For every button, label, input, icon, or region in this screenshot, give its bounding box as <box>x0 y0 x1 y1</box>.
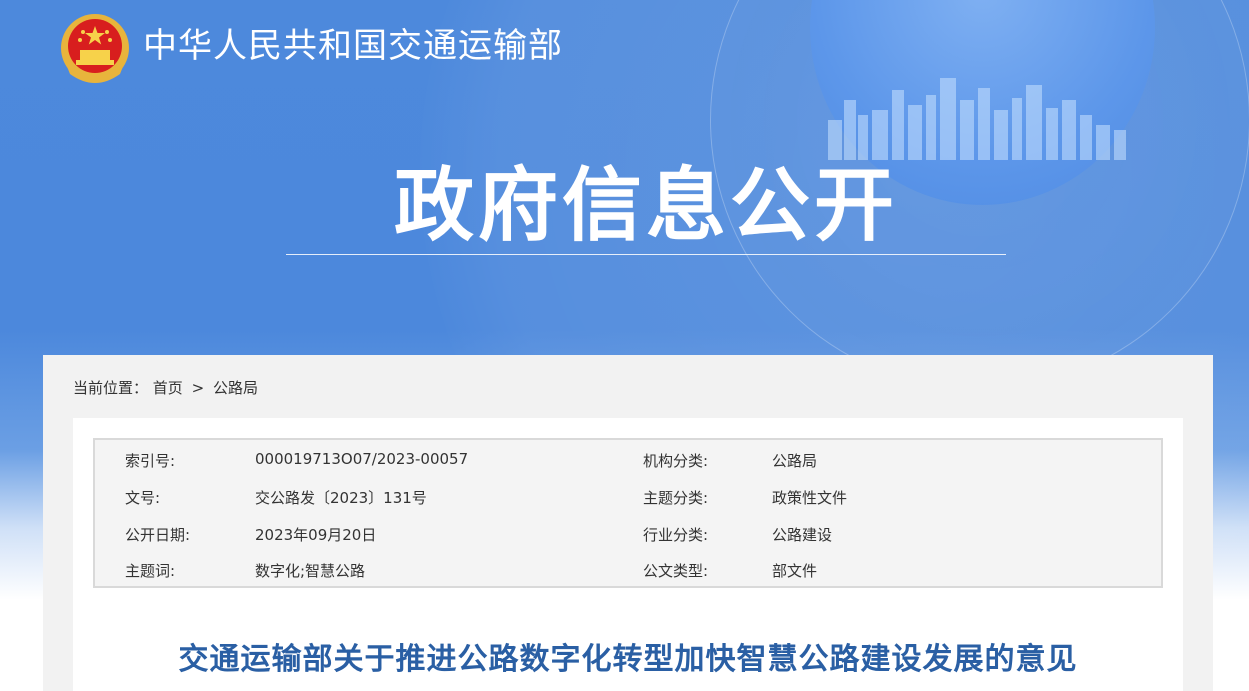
metadata-value: 交公路发〔2023〕131号 <box>255 489 427 507</box>
metadata-row: 索引号: 000019713O07/2023-00057 机构分类: 公路局 <box>95 442 1161 478</box>
metadata-key: 公文类型: <box>643 562 709 580</box>
content-area: 当前位置： 首页 > 公路局 索引号: 000019713O07/2023-00… <box>43 355 1213 691</box>
breadcrumb-home-link[interactable]: 首页 <box>153 377 183 398</box>
metadata-value: 政策性文件 <box>772 489 848 507</box>
metadata-key: 主题词: <box>125 562 176 580</box>
metadata-value: 数字化;智慧公路 <box>255 562 366 580</box>
metadata-key: 行业分类: <box>643 526 709 544</box>
metadata-row: 主题词: 数字化;智慧公路 公文类型: 部文件 <box>95 552 1161 588</box>
document-metadata-table: 索引号: 000019713O07/2023-00057 机构分类: 公路局 文… <box>93 438 1163 588</box>
breadcrumb-label: 当前位置： <box>73 379 149 397</box>
metadata-row: 公开日期: 2023年09月20日 行业分类: 公路建设 <box>95 516 1161 552</box>
headline-divider <box>286 254 1006 255</box>
page-headline: 政府信息公开 <box>394 159 898 252</box>
metadata-value: 000019713O07/2023-00057 <box>255 450 469 468</box>
breadcrumb: 当前位置： 首页 > 公路局 <box>73 377 258 398</box>
site-name[interactable]: 中华人民共和国交通运输部 <box>143 22 563 70</box>
metadata-key: 机构分类: <box>643 452 709 470</box>
metadata-key: 主题分类: <box>643 489 709 507</box>
breadcrumb-highway-bureau-link[interactable]: 公路局 <box>213 377 258 398</box>
metadata-row: 文号: 交公路发〔2023〕131号 主题分类: 政策性文件 <box>95 479 1161 515</box>
metadata-key: 索引号: <box>125 452 176 470</box>
metadata-value: 2023年09月20日 <box>255 526 377 544</box>
metadata-key: 公开日期: <box>125 526 191 544</box>
metadata-value: 部文件 <box>772 562 818 580</box>
city-skyline-icon <box>828 78 1126 160</box>
metadata-value: 公路局 <box>772 452 818 470</box>
document-panel: 索引号: 000019713O07/2023-00057 机构分类: 公路局 文… <box>73 418 1183 691</box>
national-emblem-icon <box>61 14 129 83</box>
metadata-key: 文号: <box>125 489 161 507</box>
document-title: 交通运输部关于推进公路数字化转型加快智慧公路建设发展的意见 <box>178 642 1078 677</box>
metadata-value: 公路建设 <box>772 526 833 544</box>
breadcrumb-separator: > <box>191 379 205 397</box>
